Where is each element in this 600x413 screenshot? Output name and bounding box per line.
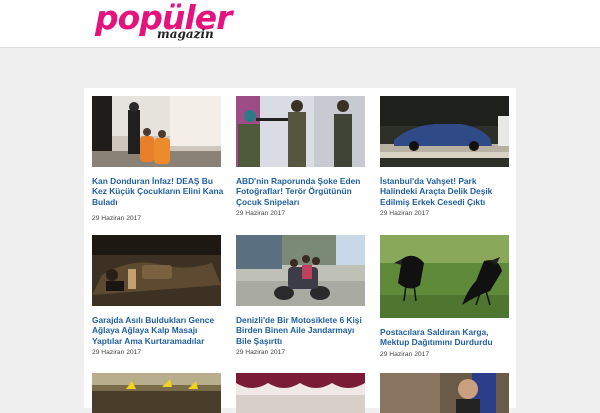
article-title[interactable]: Kan Donduran İnfaz! DEAŞ Bu Kez Küçük Ço… [92,176,226,207]
logo-subtext: magazin [157,27,214,41]
article-title[interactable]: ABD'nin Raporunda Şoke Eden Fotoğraflar!… [236,176,370,207]
car-photo [380,96,509,167]
garage-photo [92,235,221,306]
crowd-photo [92,373,221,413]
flag-photo [380,373,509,413]
article-date: 29 Haziran 2017 [380,210,430,217]
site-header: popüler magazin [0,0,600,48]
article-date: 29 Haziran 2017 [236,349,286,356]
article-thumbnail[interactable] [380,373,509,413]
article-title[interactable]: İstanbul'da Vahşet! Park Halindeki Araçt… [380,176,514,207]
article-date: 29 Haziran 2017 [92,215,142,222]
article-grid: Kan Donduran İnfaz! DEAŞ Bu Kez Küçük Ço… [84,88,516,413]
motorcycle-photo [236,235,365,306]
article-thumbnail[interactable] [92,235,221,306]
article-thumbnail[interactable] [236,235,365,306]
article-date: 29 Haziran 2017 [92,349,142,356]
article-title[interactable]: Denizli'de Bir Motosiklete 6 Kişi Birden… [236,315,370,346]
snipers-photo [236,96,365,167]
article-date: 29 Haziran 2017 [380,351,430,358]
article-title[interactable]: Garajda Asılı Buldukları Gence Ağlaya Ağ… [92,315,226,346]
article-thumbnail[interactable] [92,373,221,413]
article-thumbnail[interactable] [236,373,365,413]
article-thumbnail[interactable] [92,96,221,167]
children-photo [92,96,221,167]
article-thumbnail[interactable] [380,96,509,167]
site-logo[interactable]: popüler magazin [95,0,232,46]
article-thumbnail[interactable] [236,96,365,167]
article-thumbnail[interactable] [380,235,509,318]
article-title[interactable]: Postacılara Saldıran Karga, Mektup Dağıt… [380,327,514,348]
tent-photo [236,373,365,413]
crows-photo [380,235,509,318]
article-date: 29 Haziran 2017 [236,210,286,217]
